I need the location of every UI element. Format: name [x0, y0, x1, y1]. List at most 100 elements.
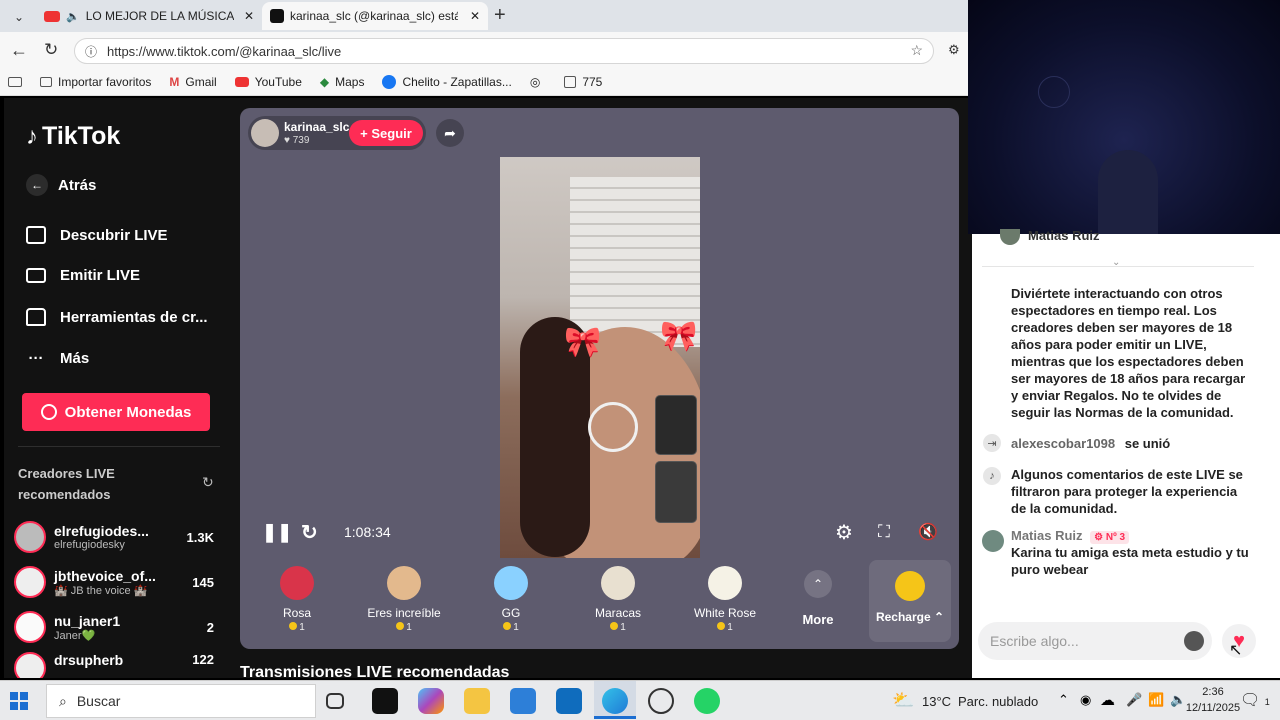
- star-icon[interactable]: ☆: [910, 42, 923, 59]
- extensions-icon[interactable]: ⚙: [948, 42, 960, 58]
- fullscreen-icon[interactable]: ⛶: [878, 522, 890, 542]
- cat-icon: [387, 566, 421, 600]
- tiktok-logo[interactable]: ♪ TikTok: [26, 122, 120, 151]
- gift-price: 1: [359, 622, 449, 633]
- recharge-button[interactable]: Recharge ⌃: [869, 560, 951, 642]
- creator-handle: Janer💚: [54, 629, 96, 642]
- coin-icon: [717, 622, 726, 630]
- whatsapp-icon[interactable]: [694, 688, 720, 714]
- search-icon: ⌕: [59, 692, 67, 709]
- nav-discover-live[interactable]: Descubrir LIVE: [26, 226, 168, 244]
- weather-temp[interactable]: 13°C: [922, 694, 951, 709]
- get-coins-button[interactable]: Obtener Monedas: [22, 393, 210, 431]
- copilot-icon[interactable]: [418, 688, 444, 714]
- price-value: 1: [620, 622, 626, 633]
- commenter-avatar[interactable]: [982, 530, 1004, 552]
- tab-music[interactable]: 🔈 LO MEJOR DE LA MÚSICA LA ✕: [36, 2, 262, 30]
- price-value: 1: [513, 622, 519, 633]
- ellipsis-icon: ···: [28, 350, 44, 367]
- reading-list-icon[interactable]: [8, 76, 22, 87]
- mute-icon[interactable]: 🔇: [918, 522, 938, 542]
- host-name[interactable]: karinaa_slc: [284, 120, 349, 134]
- url-bar[interactable]: ⓘ https://www.tiktok.com/@karinaa_slc/li…: [74, 38, 934, 64]
- settings-icon[interactable]: ⚙: [835, 520, 853, 545]
- refresh-icon[interactable]: ↻: [202, 474, 214, 491]
- creator-row[interactable]: nu_janer1 Janer💚 2: [14, 607, 214, 647]
- chevron-down-icon[interactable]: ⌄: [1112, 257, 1120, 268]
- emoji-icon[interactable]: [1184, 631, 1204, 651]
- back-label: Atrás: [58, 176, 97, 194]
- gift-gg[interactable]: GG 1: [466, 562, 556, 633]
- gift-white-rose[interactable]: White Rose 1: [680, 562, 770, 633]
- nav-creator-tools[interactable]: Herramientas de cr...: [26, 308, 208, 326]
- creator-row[interactable]: jbthevoice_of... 🏰 JB the voice 🏰 145: [14, 562, 214, 602]
- fav-775[interactable]: 775: [564, 75, 602, 89]
- close-icon[interactable]: ✕: [244, 9, 254, 23]
- tiktok-note-icon: ♪: [26, 122, 38, 150]
- gift-eres-increible[interactable]: Eres increíble 1: [359, 562, 449, 633]
- fav-gmail[interactable]: M Gmail: [169, 75, 216, 89]
- replay-icon[interactable]: ↻: [301, 520, 318, 545]
- fav-maps[interactable]: ◆ Maps: [320, 75, 365, 89]
- notifications-button[interactable]: 🗨 1: [1240, 690, 1270, 710]
- more-gifts-button[interactable]: ⌃ More: [794, 570, 842, 627]
- chat-input[interactable]: Escribe algo...: [978, 622, 1212, 660]
- outlook-icon[interactable]: [556, 688, 582, 714]
- microphone-icon[interactable]: 🎤: [1126, 692, 1142, 708]
- rose-icon: [280, 566, 314, 600]
- tab-label: karinaa_slc (@karinaa_slc) está LIV: [290, 9, 458, 23]
- recommended-streams-heading: Transmisiones LIVE recomendadas: [240, 664, 510, 680]
- fav-globe[interactable]: ◎: [530, 75, 546, 89]
- comment-user[interactable]: Matias Ruiz: [1011, 528, 1083, 543]
- guest-thumb[interactable]: [655, 461, 697, 523]
- nav-more[interactable]: ··· Más: [26, 350, 90, 367]
- nav-go-live[interactable]: Emitir LIVE: [26, 267, 140, 284]
- chevron-up-icon[interactable]: ⌃: [1058, 692, 1069, 708]
- chat-top-user[interactable]: Matias Ruiz: [1028, 228, 1100, 242]
- store-icon[interactable]: [510, 688, 536, 714]
- reload-icon[interactable]: ↻: [44, 40, 58, 60]
- fav-import[interactable]: Importar favoritos: [40, 75, 151, 89]
- import-icon: [40, 76, 52, 87]
- tiktok-icon: [270, 9, 284, 23]
- file-explorer-icon[interactable]: [464, 688, 490, 714]
- weather-desc[interactable]: Parc. nublado: [958, 694, 1038, 709]
- gift-rosa[interactable]: Rosa 1: [252, 562, 342, 633]
- fav-chelito[interactable]: Chelito - Zapatillas...: [382, 74, 512, 89]
- comment-text: Karina tu amiga esta meta estudio y tu p…: [1011, 545, 1249, 577]
- pause-icon[interactable]: ❚❚: [262, 522, 292, 543]
- live-video[interactable]: 🎀 🎀: [500, 157, 700, 558]
- taskbar-search[interactable]: ⌕ Buscar: [46, 684, 316, 718]
- chat-intro: Diviértete interactuando con otros espec…: [1011, 286, 1246, 420]
- tab-list-button[interactable]: ⌄: [8, 6, 30, 28]
- fav-label: Chelito - Zapatillas...: [402, 74, 512, 89]
- tray-app-icon[interactable]: ◉: [1080, 692, 1091, 708]
- new-tab-button[interactable]: +: [494, 4, 506, 27]
- chat-join: alexescobar1098 se unió: [1011, 435, 1170, 452]
- creator-row[interactable]: elrefugiodes... elrefugiodesky 1.3K: [14, 517, 214, 557]
- fav-youtube[interactable]: YouTube: [234, 75, 302, 89]
- coin-icon: [40, 404, 57, 420]
- joined-user[interactable]: alexescobar1098: [1011, 436, 1115, 451]
- share-icon[interactable]: ➦: [436, 119, 464, 147]
- kick-app-icon[interactable]: [372, 688, 398, 714]
- creator-row[interactable]: drsupherb 122: [14, 652, 214, 678]
- task-view-icon[interactable]: [326, 693, 344, 709]
- follow-button[interactable]: + Seguir: [349, 120, 423, 146]
- wifi-icon[interactable]: 📶: [1148, 692, 1164, 708]
- gauge-app-icon[interactable]: [648, 688, 674, 714]
- bow-right-icon: 🎀: [660, 320, 698, 353]
- back-icon[interactable]: ←: [10, 40, 28, 61]
- clock[interactable]: 2:36 12/11/2025: [1186, 684, 1240, 716]
- host-avatar[interactable]: [251, 119, 279, 147]
- camera-icon: [26, 268, 46, 283]
- start-button[interactable]: [10, 692, 28, 710]
- site-info-icon[interactable]: ⓘ: [85, 43, 97, 60]
- calendar-icon: [564, 75, 577, 88]
- onedrive-icon[interactable]: ☁: [1100, 691, 1115, 709]
- tab-tiktok[interactable]: karinaa_slc (@karinaa_slc) está LIV ✕: [262, 2, 488, 30]
- close-icon[interactable]: ✕: [470, 9, 480, 23]
- guest-thumb[interactable]: [655, 395, 697, 455]
- back-link[interactable]: ← Atrás: [26, 174, 96, 196]
- gift-maracas[interactable]: Maracas 1: [573, 562, 663, 633]
